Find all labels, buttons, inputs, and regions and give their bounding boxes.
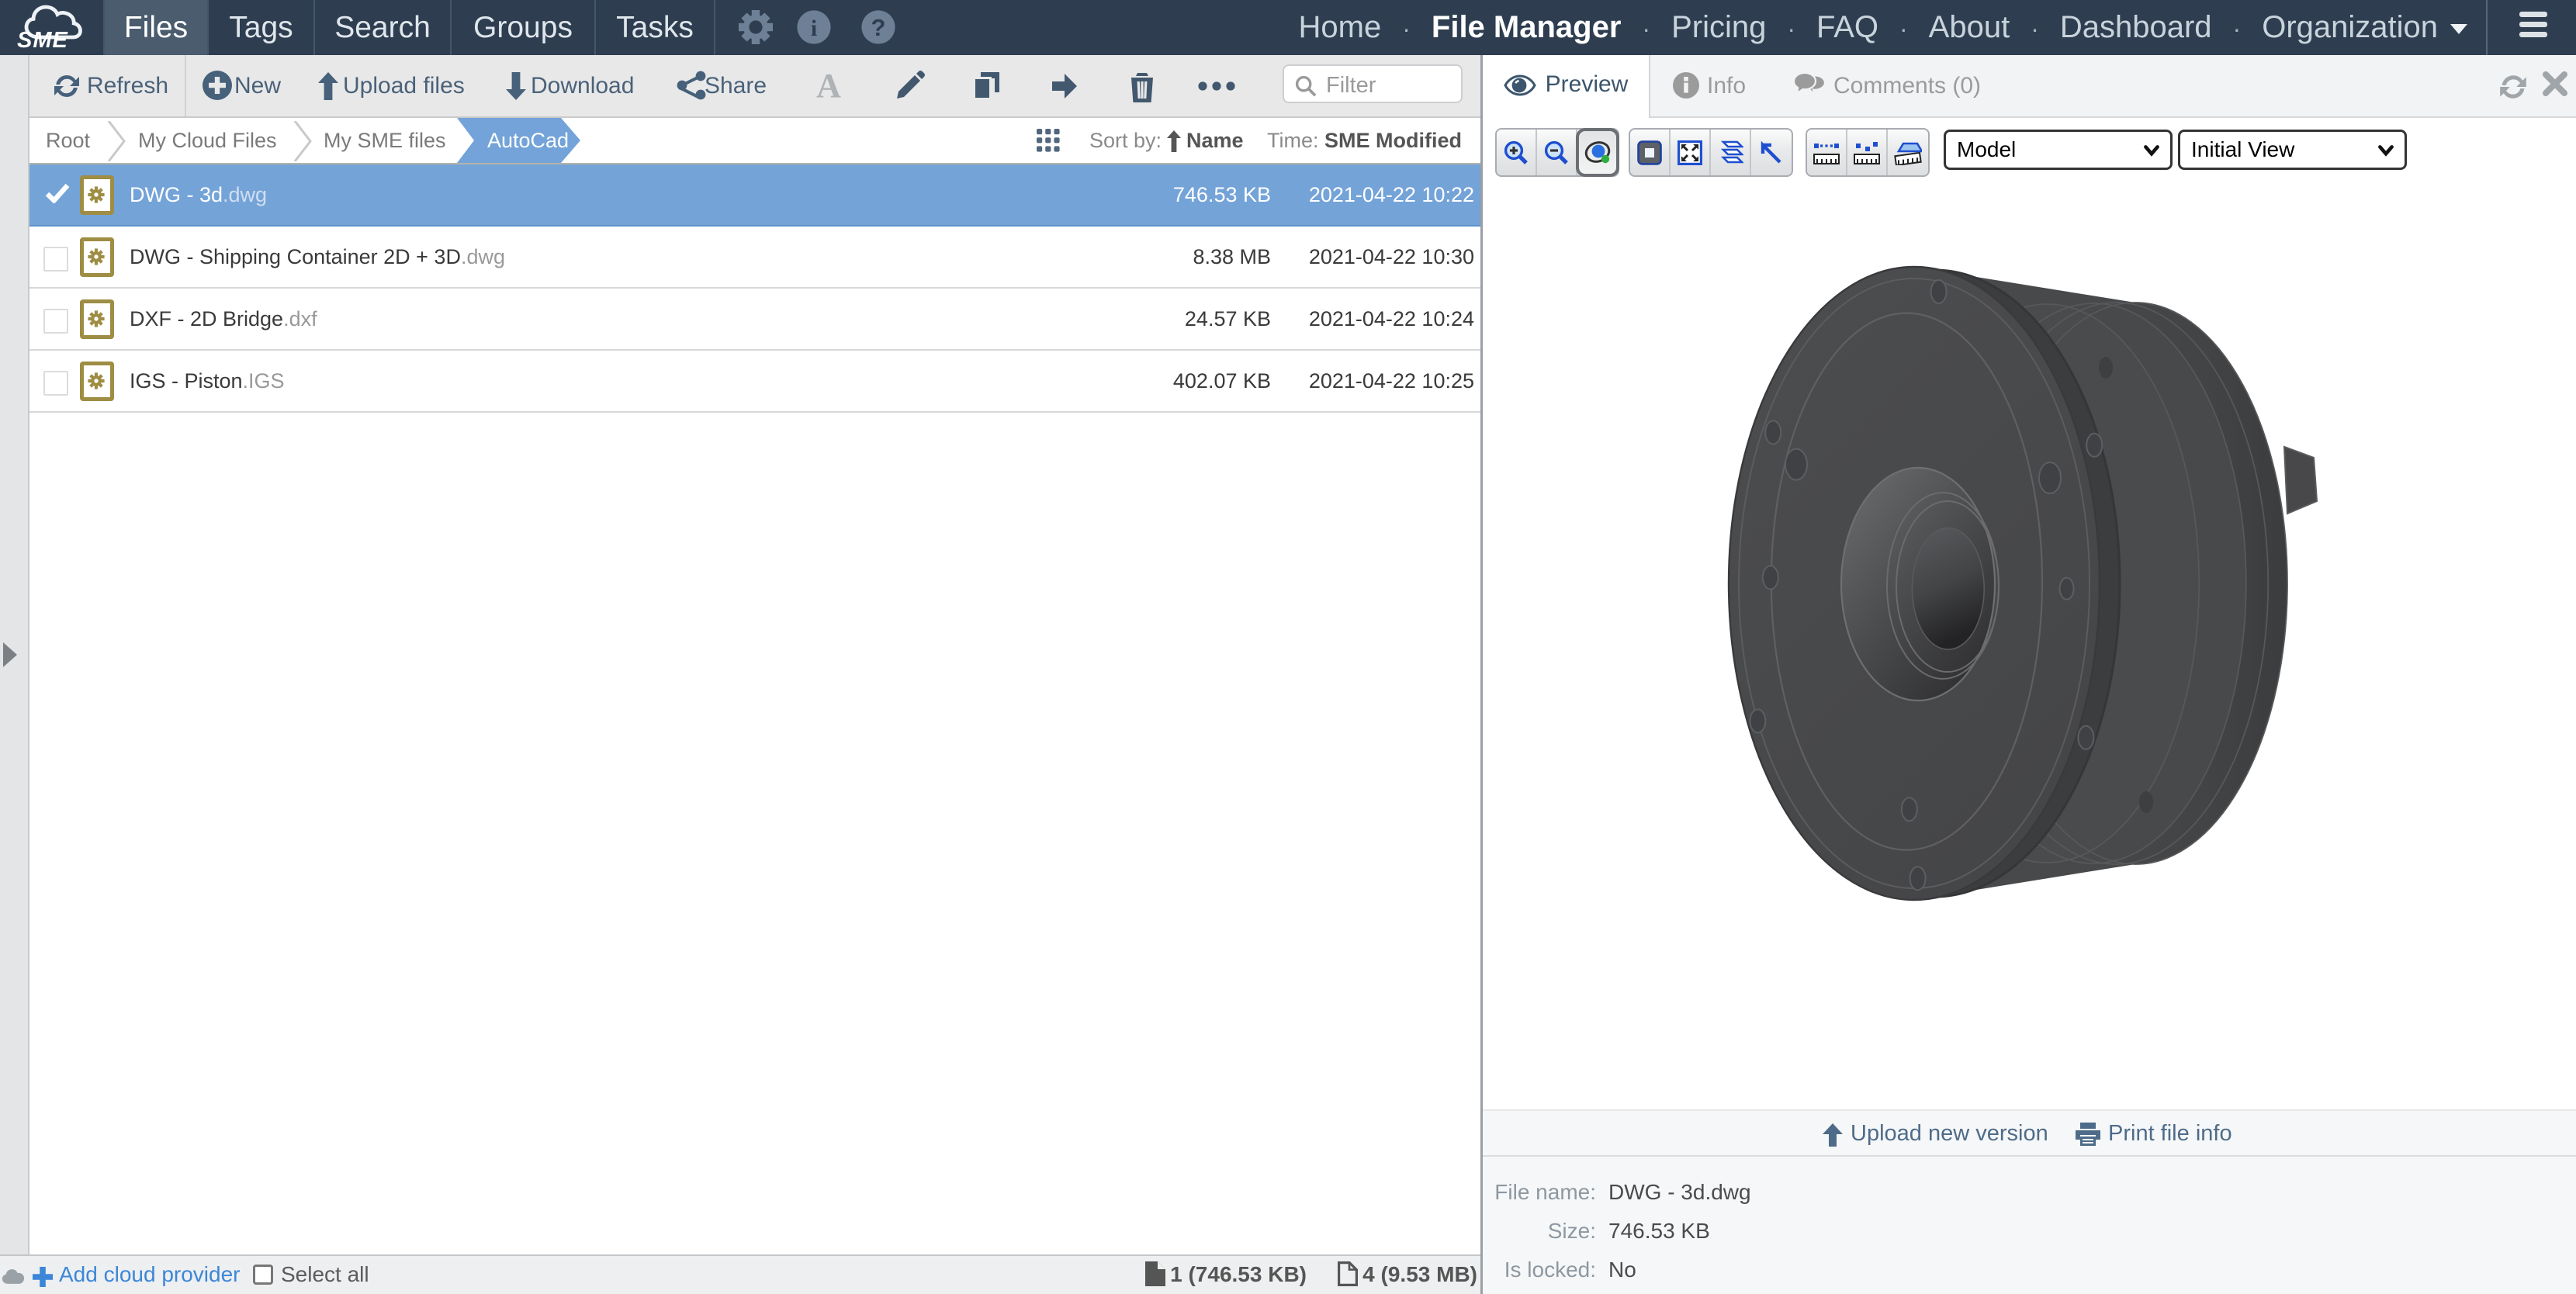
svg-text:?: ? bbox=[871, 14, 886, 41]
svg-text:SME: SME bbox=[17, 28, 69, 53]
svg-text:i: i bbox=[811, 16, 817, 41]
